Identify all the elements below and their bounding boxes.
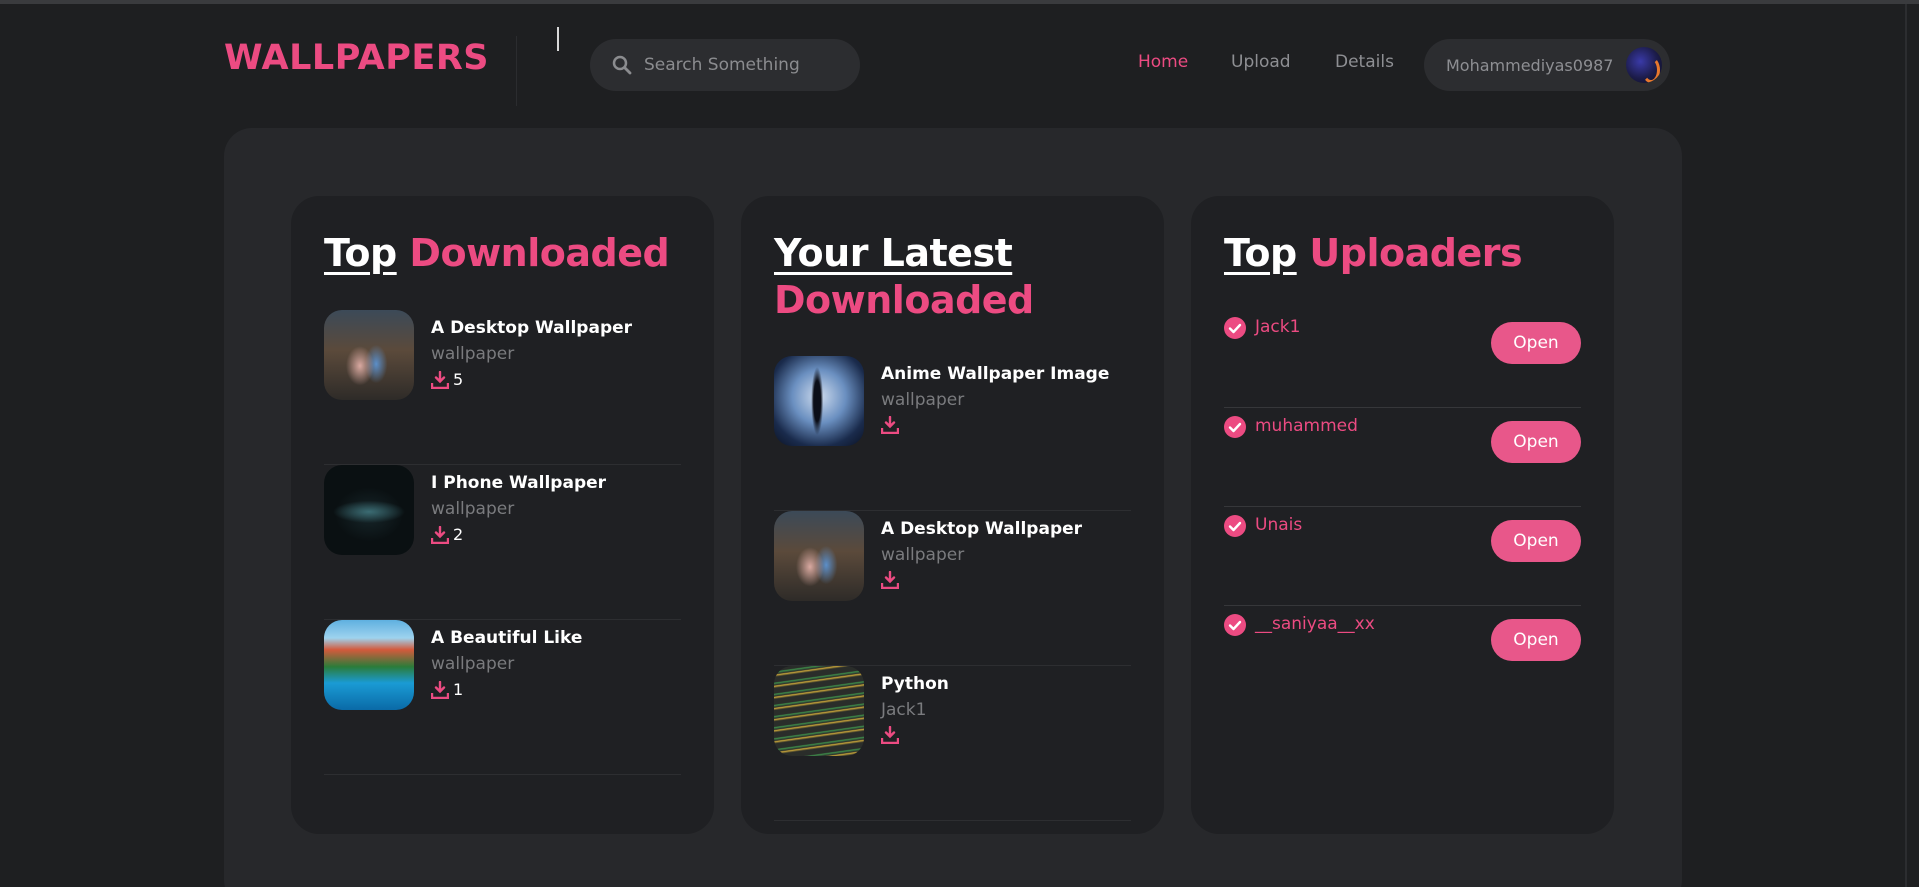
verified-check-icon (1224, 317, 1246, 339)
title-white: Top (1224, 231, 1297, 275)
download-count: 2 (431, 525, 463, 544)
item-category: wallpaper (881, 545, 965, 565)
uploader-name[interactable]: muhammed (1255, 416, 1358, 436)
download-button[interactable] (881, 726, 899, 744)
top-uploaders-card: Top Uploaders Jack1 Open muhammed Open U… (1191, 196, 1614, 834)
download-count-value: 1 (453, 680, 464, 699)
uploader-row: muhammed Open (1224, 407, 1581, 507)
uploader-name[interactable]: __saniyaa__xx (1255, 614, 1375, 634)
user-menu[interactable]: Mohammediyas0987 (1424, 39, 1670, 91)
verified-check-icon (1224, 515, 1246, 537)
card-title: Top Uploaders (1224, 230, 1523, 277)
list-item[interactable]: Anime Wallpaper Image wallpaper (774, 356, 1131, 511)
title-pink: Downloaded (409, 231, 670, 275)
list-item[interactable]: I Phone Wallpaper wallpaper 2 (324, 465, 681, 620)
list-item[interactable]: Python Jack1 (774, 666, 1131, 821)
header-divider (516, 36, 517, 106)
avatar[interactable] (1626, 47, 1662, 83)
item-category: wallpaper (431, 344, 515, 364)
text-cursor (557, 27, 559, 51)
download-icon (431, 680, 449, 699)
item-title[interactable]: A Desktop Wallpaper (881, 519, 1082, 539)
main-panel: Top Downloaded A Desktop Wallpaper wallp… (224, 128, 1682, 887)
download-icon (431, 370, 449, 389)
wallpaper-thumbnail[interactable] (774, 511, 864, 601)
item-title[interactable]: I Phone Wallpaper (431, 473, 606, 493)
list-item[interactable]: A Beautiful Like wallpaper 1 (324, 620, 681, 775)
card-title: Top Downloaded (324, 230, 670, 277)
site-logo[interactable]: WALLPAPERS (224, 38, 489, 78)
nav-home[interactable]: Home (1138, 52, 1188, 72)
download-button[interactable] (881, 571, 899, 589)
header: WALLPAPERS Home Upload Details Mohammedi… (0, 0, 1919, 120)
wallpaper-thumbnail[interactable] (324, 620, 414, 710)
list-item[interactable]: A Desktop Wallpaper wallpaper (774, 511, 1131, 666)
verified-check-icon (1224, 416, 1246, 438)
list-item[interactable]: A Desktop Wallpaper wallpaper 5 (324, 310, 681, 465)
wallpaper-thumbnail[interactable] (774, 356, 864, 446)
wallpaper-thumbnail[interactable] (324, 310, 414, 400)
download-icon[interactable] (881, 571, 899, 589)
title-white: Top (324, 231, 397, 275)
item-category: wallpaper (431, 654, 515, 674)
item-title[interactable]: A Desktop Wallpaper (431, 318, 632, 338)
item-title[interactable]: A Beautiful Like (431, 628, 582, 648)
title-pink: Downloaded (774, 278, 1034, 322)
open-button[interactable]: Open (1491, 619, 1581, 661)
open-button[interactable]: Open (1491, 322, 1581, 364)
item-category: wallpaper (881, 390, 965, 410)
download-count-value: 2 (453, 525, 464, 544)
verified-check-icon (1224, 614, 1246, 636)
uploader-name[interactable]: Unais (1255, 515, 1302, 535)
item-title[interactable]: Python (881, 674, 949, 694)
title-white: Your Latest (774, 231, 1013, 275)
username: Mohammediyas0987 (1446, 55, 1614, 75)
wallpaper-thumbnail[interactable] (324, 465, 414, 555)
item-category: Jack1 (881, 700, 927, 720)
download-icon[interactable] (881, 416, 899, 434)
open-button[interactable]: Open (1491, 520, 1581, 562)
open-button[interactable]: Open (1491, 421, 1581, 463)
search-bar[interactable] (590, 39, 860, 91)
search-input[interactable] (644, 55, 844, 75)
uploader-row: Jack1 Open (1224, 308, 1581, 408)
wallpaper-thumbnail[interactable] (774, 666, 864, 756)
download-count: 1 (431, 680, 463, 699)
download-count-value: 5 (453, 370, 464, 389)
card-title: Your Latest Downloaded (774, 230, 1034, 324)
download-count: 5 (431, 370, 463, 389)
scrollbar[interactable] (1905, 4, 1919, 887)
item-title[interactable]: Anime Wallpaper Image (881, 364, 1109, 384)
download-icon[interactable] (881, 726, 899, 744)
latest-downloaded-card: Your Latest Downloaded Anime Wallpaper I… (741, 196, 1164, 834)
download-icon (431, 525, 449, 544)
item-category: wallpaper (431, 499, 515, 519)
nav-details[interactable]: Details (1335, 52, 1394, 72)
search-icon (612, 55, 632, 75)
download-button[interactable] (881, 416, 899, 434)
top-downloaded-card: Top Downloaded A Desktop Wallpaper wallp… (291, 196, 714, 834)
uploader-row: __saniyaa__xx Open (1224, 605, 1581, 705)
uploader-name[interactable]: Jack1 (1255, 317, 1300, 337)
nav-upload[interactable]: Upload (1231, 52, 1291, 72)
title-pink: Uploaders (1309, 231, 1523, 275)
uploader-row: Unais Open (1224, 506, 1581, 606)
